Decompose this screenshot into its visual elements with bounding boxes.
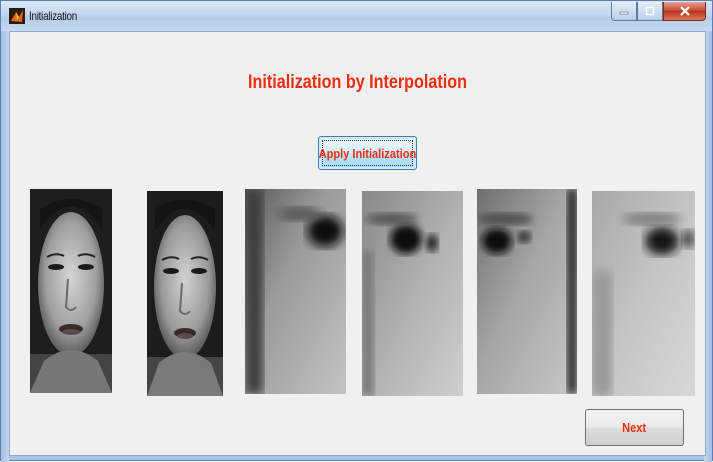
- eye-crop-image-2: [362, 191, 463, 396]
- eye-crop-image-3: [477, 189, 577, 394]
- face-original-image: [30, 189, 112, 393]
- matlab-icon: [9, 8, 25, 24]
- caption-buttons: [611, 2, 706, 22]
- minimize-icon: [619, 11, 629, 15]
- eye-crop-image-4: [592, 191, 695, 396]
- apply-initialization-label: Apply Initialization: [318, 145, 417, 161]
- maximize-button[interactable]: [637, 2, 663, 21]
- client-area: Initialization by Interpolation Apply In…: [9, 31, 706, 456]
- minimize-button[interactable]: [611, 2, 637, 21]
- page-title: Initialization by Interpolation: [248, 72, 467, 93]
- next-button-label: Next: [622, 420, 647, 435]
- close-button[interactable]: [663, 2, 706, 21]
- apply-initialization-button[interactable]: Apply Initialization: [318, 136, 417, 170]
- next-button[interactable]: Next: [585, 409, 684, 446]
- app-window: Initialization Initialization by Interpo…: [0, 0, 713, 462]
- window-title: Initialization: [29, 9, 77, 23]
- eye-crop-image-1: [245, 189, 346, 394]
- window-frame-left: [1, 31, 9, 462]
- title-bar[interactable]: Initialization: [1, 1, 712, 31]
- face-interpolated-image: [147, 191, 223, 396]
- close-icon: [679, 6, 690, 16]
- maximize-icon: [645, 6, 655, 16]
